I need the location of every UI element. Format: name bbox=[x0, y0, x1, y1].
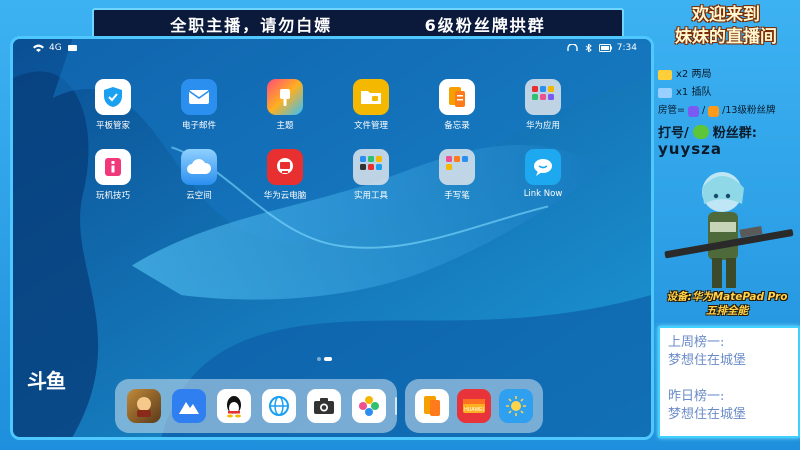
douyu-watermark: 斗鱼 bbox=[27, 369, 66, 393]
browser-icon[interactable] bbox=[261, 389, 296, 423]
tools-folder-icon bbox=[353, 149, 389, 185]
app-label: 备忘录 bbox=[444, 121, 470, 131]
chat-bubble-icon bbox=[525, 149, 561, 185]
bluetooth-icon bbox=[585, 44, 592, 52]
device-line-2: 五排全能 bbox=[706, 305, 748, 317]
gift-text: x1 插队 bbox=[676, 87, 712, 98]
app-cloud-pc[interactable]: 华为云电脑 bbox=[250, 149, 320, 201]
banner-right-text: 6级粉丝牌拱群 bbox=[424, 16, 546, 35]
memo-icon[interactable] bbox=[415, 389, 449, 423]
app-email[interactable]: 电子邮件 bbox=[164, 79, 234, 131]
app-label: 电子邮件 bbox=[181, 121, 216, 131]
app-label: 文件管理 bbox=[353, 121, 388, 131]
status-right: 7:34 bbox=[567, 43, 637, 53]
fans-group-row: 打号/ 粉丝群: bbox=[658, 122, 757, 141]
ranking-box: 上周榜一: 梦想住在城堡 昨日榜一: 梦想住在城堡 bbox=[658, 326, 800, 438]
admin-prefix: 房管= bbox=[658, 105, 685, 116]
app-label: 平板管家 bbox=[95, 121, 130, 131]
gallery-icon[interactable] bbox=[351, 389, 386, 423]
welcome-title: 欢迎来到 妹妹的直播间 bbox=[656, 4, 796, 48]
tips-icon bbox=[95, 149, 131, 185]
device-info: 设备:华为MatePad Pro 五排全能 bbox=[656, 290, 798, 318]
stylus-folder-icon bbox=[439, 149, 475, 185]
camera-icon[interactable] bbox=[306, 389, 341, 423]
gift-row: x1 插队 bbox=[658, 84, 798, 102]
mountain-icon[interactable] bbox=[171, 389, 206, 423]
app-huawei-apps-folder[interactable]: 华为应用 bbox=[508, 79, 578, 131]
admin-badge-icon bbox=[687, 105, 699, 117]
admin-suffix: /13级粉丝牌 bbox=[722, 105, 776, 116]
stream-frame: 全职主播，请勿白嫖 6级粉丝牌拱群 4G 7:34 平板管家 电子邮件 主题 文… bbox=[0, 0, 800, 450]
cloud-icon bbox=[181, 149, 217, 185]
app-label: 华为云电脑 bbox=[263, 191, 307, 201]
cloud-pc-icon bbox=[267, 149, 303, 185]
device-line-1: 设备:华为MatePad Pro bbox=[666, 291, 788, 303]
app-label: 主题 bbox=[276, 121, 294, 131]
gift-icon bbox=[658, 70, 672, 80]
slash: / bbox=[701, 105, 706, 116]
app-folder-icon bbox=[525, 79, 561, 115]
status-bar: 4G 7:34 bbox=[13, 39, 651, 57]
welcome-line-2: 妹妹的直播间 bbox=[675, 27, 777, 47]
tablet-screen: 4G 7:34 平板管家 电子邮件 主题 文件管理 备忘录 华为应用 玩机技巧 … bbox=[10, 36, 654, 440]
page-indicator[interactable] bbox=[317, 357, 332, 361]
app-tablet-manager[interactable]: 平板管家 bbox=[78, 79, 148, 131]
wifi-icon bbox=[33, 44, 44, 52]
mail-icon bbox=[181, 79, 217, 115]
rank-last-week-label: 上周榜一: bbox=[668, 335, 725, 350]
admin-row: 房管= / /13级粉丝牌 bbox=[658, 102, 798, 120]
status-time: 7:34 bbox=[616, 43, 637, 53]
app-link-now[interactable]: Link Now bbox=[508, 149, 578, 199]
page-dot-active[interactable] bbox=[324, 357, 332, 361]
app-cloud[interactable]: 云空间 bbox=[164, 149, 234, 201]
game-icon[interactable] bbox=[126, 389, 161, 423]
fans-group-id: yuysza bbox=[658, 140, 723, 158]
app-label: Link Now bbox=[523, 189, 563, 199]
huawei-store-icon[interactable]: HUAWEI bbox=[457, 389, 491, 423]
app-label: 手写笔 bbox=[444, 191, 470, 201]
app-label: 华为应用 bbox=[525, 121, 560, 131]
page-dot[interactable] bbox=[317, 357, 321, 361]
fans-suffix: 粉丝群: bbox=[712, 126, 757, 141]
app-file-manager[interactable]: 文件管理 bbox=[336, 79, 406, 131]
brush-icon bbox=[267, 79, 303, 115]
welcome-line-1: 欢迎来到 bbox=[692, 5, 760, 25]
svg-text:HUAWEI: HUAWEI bbox=[464, 407, 484, 413]
rank-last-week-name: 梦想住在城堡 bbox=[668, 353, 747, 368]
memo-icon bbox=[439, 79, 475, 115]
dock-divider bbox=[395, 397, 397, 415]
gift-list: x2 两局 x1 插队 房管= / /13级粉丝牌 bbox=[658, 66, 798, 120]
stream-side-panel: 欢迎来到 妹妹的直播间 x2 两局 x1 插队 房管= / /13级粉丝牌 打号… bbox=[654, 0, 800, 450]
weather-icon[interactable] bbox=[499, 389, 533, 423]
folder-icon bbox=[353, 79, 389, 115]
fans-prefix: 打号/ bbox=[658, 126, 689, 141]
battery-icon bbox=[598, 44, 612, 52]
qq-penguin-icon[interactable] bbox=[216, 389, 251, 423]
gift-icon bbox=[658, 88, 672, 98]
rank-yesterday-name: 梦想住在城堡 bbox=[668, 407, 747, 422]
network-type: 4G bbox=[49, 43, 62, 53]
wechat-icon bbox=[692, 124, 709, 139]
notification-icon bbox=[67, 45, 77, 51]
rank-yesterday-label: 昨日榜一: bbox=[668, 389, 725, 404]
status-left: 4G bbox=[33, 43, 78, 53]
dock-recent: HUAWEI bbox=[405, 379, 543, 433]
anime-character-art bbox=[664, 172, 794, 288]
app-label: 玩机技巧 bbox=[95, 191, 130, 201]
shield-icon bbox=[95, 79, 131, 115]
app-label: 云空间 bbox=[186, 191, 212, 201]
gift-row: x2 两局 bbox=[658, 66, 798, 84]
app-memo[interactable]: 备忘录 bbox=[422, 79, 492, 131]
banner-left-text: 全职主播，请勿白嫖 bbox=[170, 16, 333, 35]
fan-level-badge-icon bbox=[708, 105, 720, 117]
app-label: 实用工具 bbox=[353, 191, 388, 201]
app-tools-folder[interactable]: 实用工具 bbox=[336, 149, 406, 201]
app-tips[interactable]: 玩机技巧 bbox=[78, 149, 148, 201]
headphones-icon bbox=[567, 44, 578, 51]
dock-main bbox=[115, 379, 397, 433]
gift-text: x2 两局 bbox=[676, 69, 712, 80]
app-stylus-folder[interactable]: 手写笔 bbox=[422, 149, 492, 201]
app-themes[interactable]: 主题 bbox=[250, 79, 320, 131]
